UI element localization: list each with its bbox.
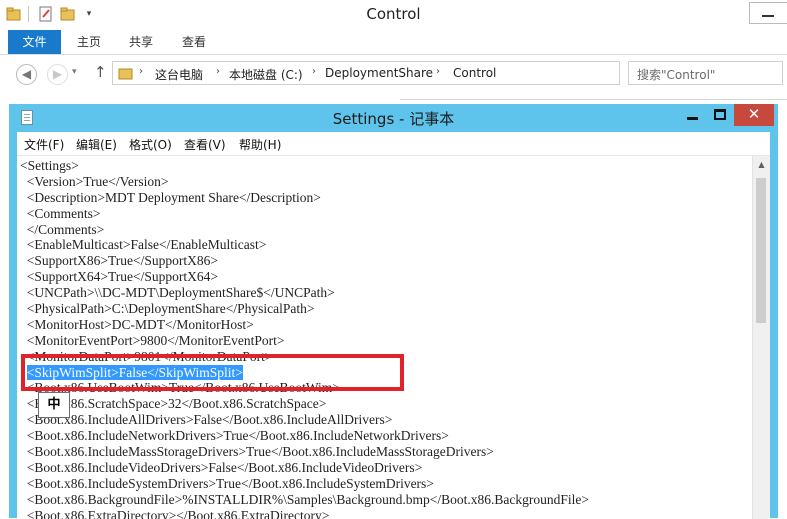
text-line: </Comments>: [20, 222, 589, 238]
text-line: <SupportX86>True</SupportX86>: [20, 253, 589, 269]
line-text: <Version>True</Version>: [20, 173, 169, 189]
chevron-right-icon: ›: [216, 66, 220, 77]
text-line: <Settings>: [20, 158, 589, 174]
recent-locations-icon[interactable]: ▾: [72, 67, 77, 77]
minimize-icon: [687, 117, 698, 120]
notepad-window: Settings - 记事本 ✕ 文件(F) 编辑(E) 格式(O) 查看(V)…: [9, 104, 778, 519]
line-text: <UNCPath>\\DC-MDT\DeploymentShare$</UNCP…: [20, 285, 335, 301]
search-input[interactable]: 搜索"Control": [628, 61, 783, 85]
scroll-up-icon[interactable]: ▲: [753, 156, 770, 173]
file-content: <Settings> <Version>True</Version> <Desc…: [20, 158, 589, 519]
text-line: <Boot.x86.IncludeMassStorageDrivers>True…: [20, 444, 589, 460]
text-line: <Boot.x86.BackgroundFile>%INSTALLDIR%\Sa…: [20, 492, 589, 508]
navigation-bar: ◀ ▶ ▾ ↑ › 这台电脑 › 本地磁盘 (C:) › DeploymentS…: [0, 55, 787, 95]
line-text: <Boot.x86.IncludeSystemDrivers>True</Boo…: [20, 475, 434, 491]
text-line: <Comments>: [20, 206, 589, 222]
vertical-scrollbar[interactable]: ▲: [752, 156, 770, 519]
back-button[interactable]: ◀: [16, 64, 37, 85]
line-text: <MonitorHost>DC-MDT</MonitorHost>: [20, 316, 254, 332]
line-text: <Boot.x86.IncludeMassStorageDrivers>True…: [20, 444, 494, 460]
breadcrumb-this-pc[interactable]: 这台电脑: [155, 66, 203, 83]
text-line: <Boot.x86.IncludeVideoDrivers>False</Boo…: [20, 460, 589, 476]
tab-view[interactable]: 查看: [173, 30, 215, 54]
folder-icon: [118, 66, 133, 80]
maximize-icon: [714, 109, 726, 120]
notepad-client: 文件(F) 编辑(E) 格式(O) 查看(V) 帮助(H) <Settings>…: [17, 132, 770, 519]
text-line: <Boot.x86.ScratchSpace>32</Boot.x86.Scra…: [20, 396, 589, 412]
line-text: <SupportX86>True</SupportX86>: [20, 253, 218, 269]
minimize-button[interactable]: [679, 104, 706, 126]
line-text: <Boot.x86.IncludeVideoDrivers>False</Boo…: [20, 459, 423, 475]
text-line: <Boot.x86.ExtraDirectory></Boot.x86.Extr…: [20, 508, 589, 519]
line-text: <SupportX64>True</SupportX64>: [20, 269, 218, 285]
line-text: <Boot.x86.BackgroundFile>%INSTALLDIR%\Sa…: [20, 491, 589, 507]
text-line: <EnableMulticast>False</EnableMulticast>: [20, 237, 589, 253]
line-text: <Boot.x86.IncludeAllDrivers>False</Boot.…: [20, 412, 393, 428]
menu-bar: 文件(F) 编辑(E) 格式(O) 查看(V) 帮助(H): [17, 132, 770, 154]
back-arrow-icon: ◀: [21, 67, 32, 81]
text-line: <Boot.x86.IncludeAllDrivers>False</Boot.…: [20, 412, 589, 428]
menu-edit[interactable]: 编辑(E): [76, 136, 117, 153]
text-line: <MonitorHost>DC-MDT</MonitorHost>: [20, 317, 589, 333]
text-editor[interactable]: <Settings> <Version>True</Version> <Desc…: [17, 155, 770, 519]
ribbon-tabs: 文件 主页 共享 查看: [0, 30, 787, 55]
line-text: <Boot.x86.IncludeNetworkDrivers>True</Bo…: [20, 428, 449, 444]
line-text: </Comments>: [20, 221, 105, 237]
address-bar[interactable]: › 这台电脑 › 本地磁盘 (C:) › DeploymentShare › C…: [112, 61, 620, 85]
notepad-title: Settings - 记事本: [332, 110, 455, 128]
line-text: <EnableMulticast>False</EnableMulticast>: [20, 237, 267, 253]
tab-share[interactable]: 共享: [120, 30, 162, 54]
text-line: <MonitorEventPort>9800</MonitorEventPort…: [20, 333, 589, 349]
menu-format[interactable]: 格式(O): [129, 136, 172, 153]
menu-help[interactable]: 帮助(H): [239, 136, 281, 153]
chevron-right-icon: ›: [139, 66, 143, 77]
line-text: <Comments>: [20, 205, 101, 221]
text-line: <UNCPath>\\DC-MDT\DeploymentShare$</UNCP…: [20, 285, 589, 301]
highlight-box: [21, 354, 404, 391]
breadcrumb-local-disk[interactable]: 本地磁盘 (C:): [229, 66, 303, 83]
text-line: <PhysicalPath>C:\DeploymentShare</Physic…: [20, 301, 589, 317]
minimize-icon: [762, 15, 774, 17]
chevron-right-icon: ›: [312, 66, 316, 77]
up-arrow-icon[interactable]: ↑: [94, 63, 107, 81]
line-text: <Boot.x86.ExtraDirectory></Boot.x86.Extr…: [20, 507, 330, 519]
text-line: <Boot.x86.IncludeNetworkDrivers>True</Bo…: [20, 428, 589, 444]
close-button[interactable]: ✕: [734, 104, 774, 126]
line-text: <Description>MDT Deployment Share</Descr…: [20, 189, 321, 205]
line-text: <MonitorEventPort>9800</MonitorEventPort…: [20, 332, 285, 348]
text-line: <Version>True</Version>: [20, 174, 589, 190]
chevron-right-icon: ›: [436, 66, 440, 77]
explorer-titlebar: ▾ Control: [0, 0, 787, 30]
breadcrumb-deploymentshare[interactable]: DeploymentShare: [325, 66, 433, 80]
forward-button[interactable]: ▶: [47, 64, 68, 85]
menu-view[interactable]: 查看(V): [184, 136, 226, 153]
tab-home[interactable]: 主页: [68, 30, 110, 54]
forward-arrow-icon: ▶: [52, 67, 63, 81]
ime-indicator[interactable]: 中: [38, 392, 70, 418]
explorer-title: Control: [366, 5, 421, 23]
text-line: <Boot.x86.IncludeSystemDrivers>True</Boo…: [20, 476, 589, 492]
scrollbar-thumb[interactable]: [756, 178, 766, 323]
minimize-button[interactable]: [749, 2, 787, 24]
close-icon: ✕: [747, 105, 761, 123]
maximize-button[interactable]: [706, 104, 734, 126]
line-text: <Settings>: [20, 158, 79, 173]
line-text: <PhysicalPath>C:\DeploymentShare</Physic…: [20, 301, 315, 317]
text-line: <SupportX64>True</SupportX64>: [20, 269, 589, 285]
text-line: <Description>MDT Deployment Share</Descr…: [20, 190, 589, 206]
menu-file[interactable]: 文件(F): [24, 136, 64, 153]
tab-file[interactable]: 文件: [8, 30, 61, 54]
breadcrumb-control[interactable]: Control: [453, 66, 496, 80]
